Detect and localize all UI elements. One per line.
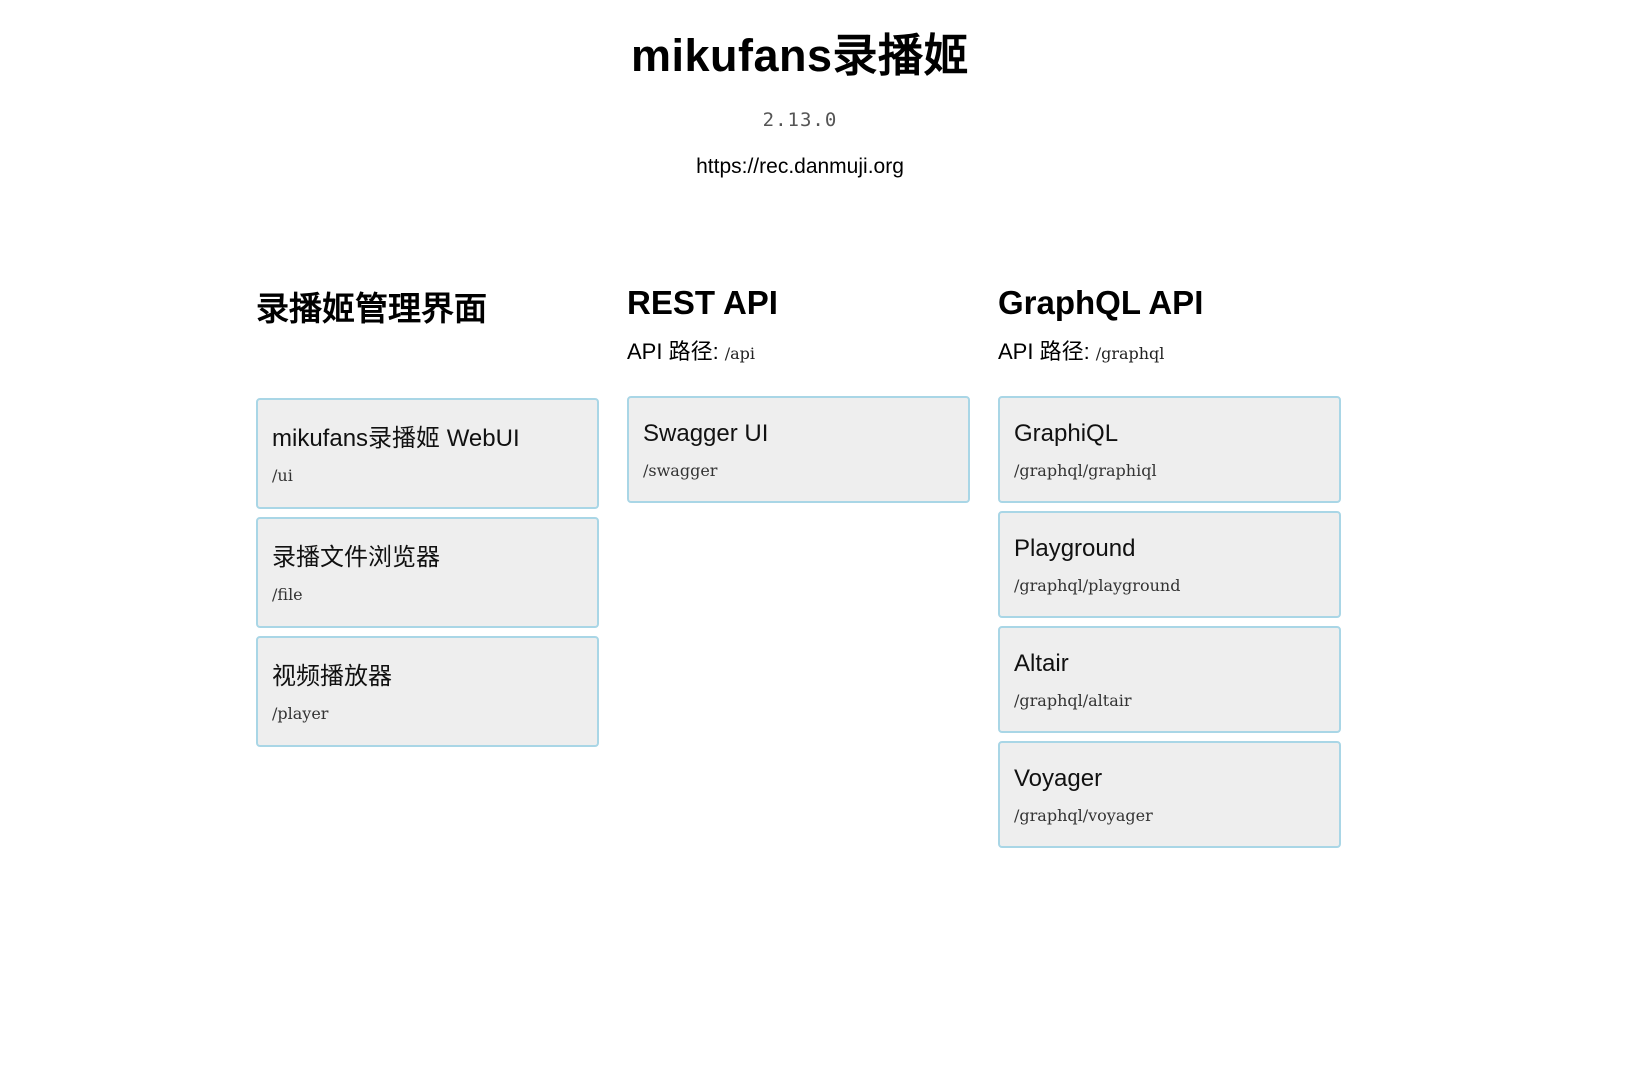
website-link[interactable]: https://rec.danmuji.org xyxy=(0,154,1600,180)
link-name: Voyager xyxy=(1014,765,1103,792)
link-card-video-player[interactable]: 视频播放器 /player xyxy=(256,636,599,747)
api-path-row: API 路径: /graphql xyxy=(998,338,1343,366)
section-title: GraphQL API xyxy=(998,284,1204,321)
link-path: /swagger xyxy=(643,461,718,480)
link-name: 录播文件浏览器 xyxy=(272,544,440,571)
link-list: GraphiQL /graphql/graphiql Playground /g… xyxy=(998,396,1343,856)
link-card-file-browser[interactable]: 录播文件浏览器 /file xyxy=(256,517,599,628)
api-path-label: API 路径: xyxy=(627,339,719,364)
section-title: 录播姬管理界面 xyxy=(256,290,487,327)
link-name: GraphiQL xyxy=(1014,420,1119,447)
link-name: Altair xyxy=(1014,650,1069,677)
link-path: /player xyxy=(272,704,329,723)
api-path-row: API 路径: /api xyxy=(627,338,972,366)
link-path: /ui xyxy=(272,466,293,485)
link-name: Playground xyxy=(1014,535,1136,562)
section-admin-ui: 录播姬管理界面 mikufans录播姬 WebUI /ui 录播文件浏览器 /f… xyxy=(256,282,601,747)
api-path-value: /api xyxy=(724,344,755,363)
link-path: /file xyxy=(272,585,303,604)
link-card-graphiql[interactable]: GraphiQL /graphql/graphiql xyxy=(998,396,1341,503)
link-card-swagger[interactable]: Swagger UI /swagger xyxy=(627,396,970,503)
section-title: REST API xyxy=(627,284,778,321)
api-path-label: API 路径: xyxy=(998,339,1090,364)
api-path-value: /graphql xyxy=(1095,344,1165,363)
section-rest-api: REST API API 路径: /api Swagger UI /swagger xyxy=(627,282,972,503)
link-name: 视频播放器 xyxy=(272,663,392,690)
link-card-webui[interactable]: mikufans录播姬 WebUI /ui xyxy=(256,398,599,509)
version-label: 2.13.0 xyxy=(762,109,838,131)
link-path: /graphql/playground xyxy=(1014,576,1181,595)
app-title: mikufans录播姬 xyxy=(630,30,970,81)
link-path: /graphql/graphiql xyxy=(1014,461,1157,480)
link-list: Swagger UI /swagger xyxy=(627,396,972,511)
link-path: /graphql/voyager xyxy=(1014,806,1153,825)
link-name: mikufans录播姬 WebUI xyxy=(272,425,520,452)
section-graphql-api: GraphQL API API 路径: /graphql GraphiQL /gr… xyxy=(998,282,1343,848)
link-path: /graphql/altair xyxy=(1014,691,1132,710)
link-card-playground[interactable]: Playground /graphql/playground xyxy=(998,511,1341,618)
link-card-altair[interactable]: Altair /graphql/altair xyxy=(998,626,1341,733)
link-name: Swagger UI xyxy=(643,420,769,447)
link-card-voyager[interactable]: Voyager /graphql/voyager xyxy=(998,741,1341,848)
link-list: mikufans录播姬 WebUI /ui 录播文件浏览器 /file 视频播放… xyxy=(256,398,601,755)
